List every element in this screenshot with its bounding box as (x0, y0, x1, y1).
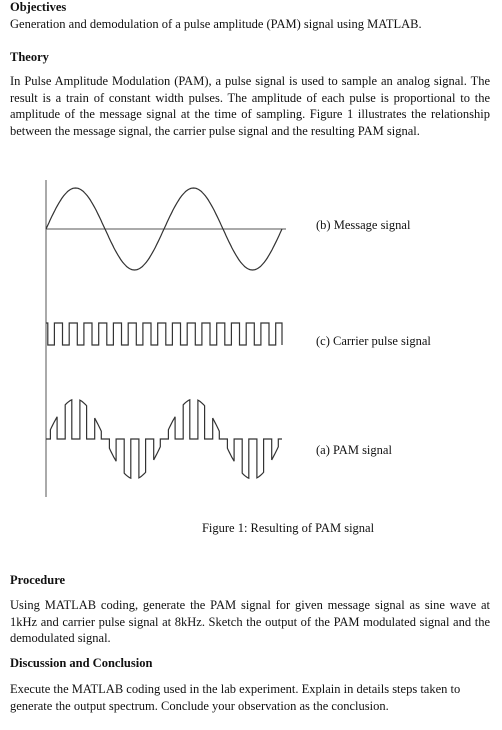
figure-caption: Figure 1: Resulting of PAM signal (201, 521, 375, 535)
discussion-text: Execute the MATLAB coding used in the la… (10, 682, 461, 713)
carrier-signal-label: (c) Carrier pulse signal (316, 334, 431, 348)
discussion-heading: Discussion and Conclusion (10, 656, 153, 670)
pam-signal-label: (a) PAM signal (316, 443, 392, 457)
pam-signal-wave (46, 398, 282, 480)
procedure-heading: Procedure (10, 573, 66, 587)
carrier-pulse-train (46, 322, 283, 346)
procedure-text: Using MATLAB coding, generate the PAM si… (10, 598, 490, 645)
message-signal-label: (b) Message signal (316, 218, 411, 232)
pam-figure (45, 180, 286, 497)
